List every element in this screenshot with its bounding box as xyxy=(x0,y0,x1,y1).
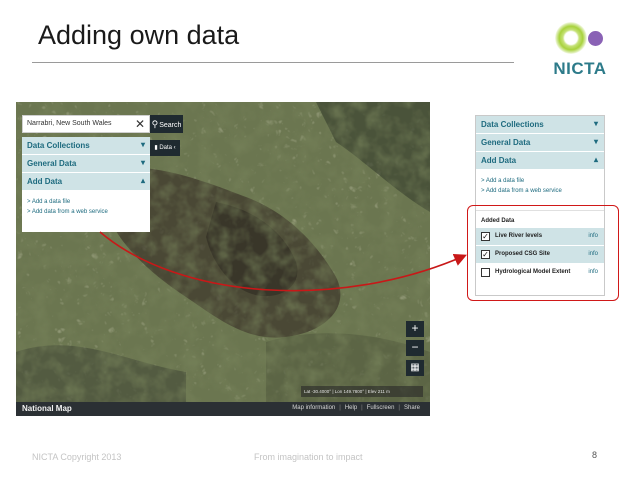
chevron-up-icon: ▴ xyxy=(593,155,598,164)
terrain-view-button[interactable]: ▦ xyxy=(406,360,424,376)
map-footer-links: Map information | Help | Fullscreen | Share xyxy=(290,405,422,411)
search-value: Narrabri, New South Wales xyxy=(27,120,112,127)
section-general-data[interactable]: General Data ▾ xyxy=(22,155,150,173)
add-web-service-link[interactable]: > Add data from a web service xyxy=(27,207,150,217)
copyright-text: NICTA Copyright 2013 xyxy=(32,452,122,462)
added-data-highlight xyxy=(467,205,619,301)
chevron-down-icon: ▾ xyxy=(140,140,145,149)
coordinate-readout: Lat -30.4000° | Lon 149.7800° | Elev 211… xyxy=(301,386,423,397)
section-label: General Data xyxy=(27,159,77,168)
title-rule xyxy=(32,62,514,63)
search-input[interactable]: Narrabri, New South Wales ✕ xyxy=(22,115,150,133)
grid-perspective-icon: ▦ xyxy=(410,362,420,373)
zoom-in-button[interactable]: + xyxy=(406,321,424,337)
logo-text: NICTA xyxy=(553,59,607,78)
chevron-up-icon: ▴ xyxy=(140,176,145,185)
map-information-link[interactable]: Map information xyxy=(290,405,337,411)
map-window: Narrabri, New South Wales ✕ ⚲Search ▮ Da… xyxy=(16,102,430,416)
add-data-file-link[interactable]: > Add a data file xyxy=(27,197,150,207)
map-footer-title: National Map xyxy=(22,404,72,413)
zoom-out-button[interactable]: − xyxy=(406,340,424,356)
section-label: Data Collections xyxy=(27,141,90,150)
map-footer: National Map Map information | Help | Fullsc… xyxy=(16,402,430,416)
page-number: 8 xyxy=(592,450,598,460)
add-web-service-link[interactable]: > Add data from a web service xyxy=(481,186,604,196)
footer-separator: | xyxy=(361,405,363,411)
logo-dot-icon xyxy=(588,31,603,46)
footer-separator: | xyxy=(339,405,341,411)
data-panel-toggle[interactable]: ▮ Data ‹ xyxy=(150,140,180,156)
section-data-collections[interactable]: Data Collections ▾ xyxy=(476,116,604,134)
tagline-text: From imagination to impact xyxy=(254,452,363,462)
chevron-down-icon: ▾ xyxy=(140,158,145,167)
slide-title: Adding own data xyxy=(38,20,240,50)
bar-chart-icon: ▮ xyxy=(154,145,158,151)
section-add-data[interactable]: Add Data ▴ xyxy=(22,173,150,191)
nicta-logo: NICTA xyxy=(548,18,612,80)
chevron-down-icon: ▾ xyxy=(593,119,598,128)
search-button-label: Search xyxy=(159,122,182,129)
search-icon: ⚲ xyxy=(151,119,159,129)
data-toggle-label: Data xyxy=(159,145,172,151)
logo-ring-icon xyxy=(555,22,587,54)
section-add-data[interactable]: Add Data ▴ xyxy=(476,152,604,170)
add-data-links: > Add a data file > Add data from a web … xyxy=(22,191,150,217)
section-label: General Data xyxy=(481,138,531,147)
section-data-collections[interactable]: Data Collections ▾ xyxy=(22,137,150,155)
search-button[interactable]: ⚲Search xyxy=(150,115,183,133)
share-link[interactable]: Share xyxy=(402,405,422,411)
add-data-links: > Add a data file > Add data from a web … xyxy=(476,170,604,210)
section-label: Data Collections xyxy=(481,120,544,129)
section-label: Add Data xyxy=(27,177,63,186)
section-label: Add Data xyxy=(481,156,517,165)
help-link[interactable]: Help xyxy=(343,405,359,411)
section-general-data[interactable]: General Data ▾ xyxy=(476,134,604,152)
add-data-file-link[interactable]: > Add a data file xyxy=(481,176,604,186)
chevron-left-icon: ‹ xyxy=(173,145,176,151)
clear-search-icon[interactable]: ✕ xyxy=(135,117,145,131)
fullscreen-link[interactable]: Fullscreen xyxy=(365,405,397,411)
data-panel: Data Collections ▾ General Data ▾ Add Da… xyxy=(22,137,150,232)
chevron-down-icon: ▾ xyxy=(593,137,598,146)
